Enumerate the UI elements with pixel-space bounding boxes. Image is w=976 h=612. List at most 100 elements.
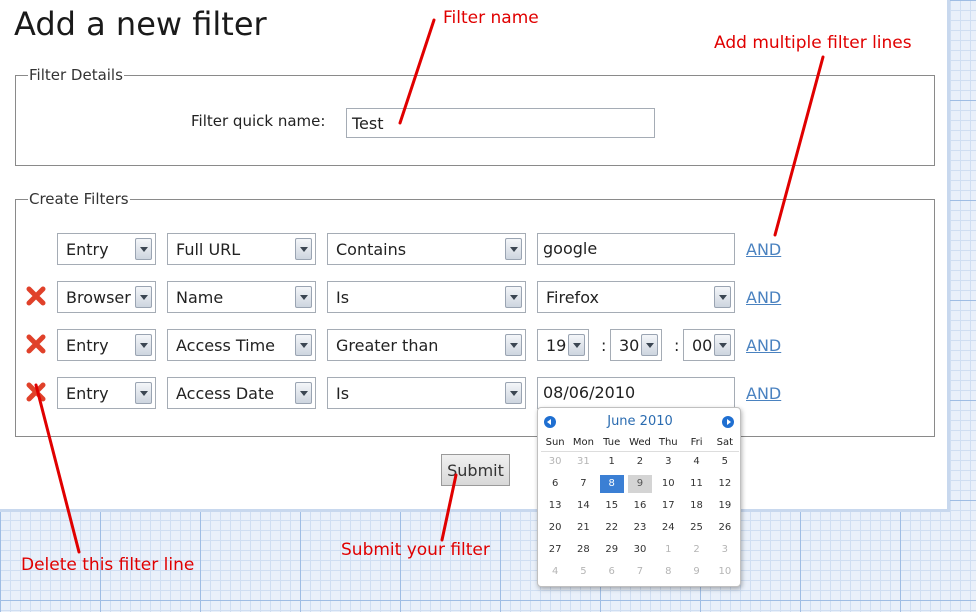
and-link[interactable]: AND — [746, 240, 781, 259]
calendar-weekday: Mon — [569, 435, 598, 452]
page-title: Add a new filter — [14, 5, 267, 43]
calendar-day[interactable]: 7 — [569, 473, 597, 495]
calendar-day[interactable]: 25 — [682, 517, 710, 539]
calendar-day[interactable]: 13 — [541, 495, 569, 517]
calendar-day-outside[interactable]: 3 — [711, 539, 739, 561]
row-value-input[interactable]: google — [537, 233, 735, 265]
calendar-day-outside[interactable]: 4 — [541, 561, 569, 583]
time-separator: : — [674, 336, 680, 355]
calendar-day[interactable]: 16 — [626, 495, 654, 517]
calendar-day[interactable]: 19 — [711, 495, 739, 517]
calendar-day-outside[interactable]: 9 — [682, 561, 710, 583]
calendar-day[interactable]: 2 — [626, 451, 654, 473]
chevron-down-icon — [135, 382, 152, 404]
calendar-day[interactable]: 29 — [598, 539, 626, 561]
submit-button[interactable]: Submit — [441, 454, 510, 486]
row-operator-select[interactable]: Contains — [327, 233, 526, 265]
calendar-day[interactable]: 1 — [598, 451, 626, 473]
row-field-select[interactable]: Name — [167, 281, 316, 313]
calendar-day-outside[interactable]: 2 — [682, 539, 710, 561]
row-operator-select[interactable]: Is — [327, 281, 526, 313]
delete-row-icon[interactable] — [25, 381, 47, 403]
delete-row-icon[interactable] — [25, 285, 47, 307]
chevron-down-icon — [135, 286, 152, 308]
chevron-down-icon — [135, 334, 152, 356]
chevron-right-icon[interactable] — [722, 416, 734, 428]
calendar-day[interactable]: 27 — [541, 539, 569, 561]
calendar-day[interactable]: 20 — [541, 517, 569, 539]
form-panel: Add a new filter Filter Details Filter q… — [0, 0, 950, 512]
calendar-day[interactable]: 23 — [626, 517, 654, 539]
annotation-submit: Submit your filter — [341, 540, 490, 560]
calendar-day[interactable]: 5 — [711, 451, 739, 473]
calendar-day-outside[interactable]: 5 — [569, 561, 597, 583]
filter-details-legend: Filter Details — [29, 66, 123, 84]
chevron-down-icon — [295, 238, 312, 260]
and-link[interactable]: AND — [746, 336, 781, 355]
create-filters-legend: Create Filters — [29, 190, 129, 208]
calendar-grid: Sun Mon Tue Wed Thu Fri Sat 30 31 1 2 3 4 5 6 7 8 9 10 11 1… — [541, 435, 739, 583]
calendar-day-outside[interactable]: 7 — [626, 561, 654, 583]
time-separator: : — [601, 336, 607, 355]
annotation-filter-name: Filter name — [443, 8, 539, 28]
calendar-day[interactable]: 22 — [598, 517, 626, 539]
and-link[interactable]: AND — [746, 384, 781, 403]
chevron-down-icon — [641, 334, 658, 356]
row-field-select[interactable]: Access Date — [167, 377, 316, 409]
row-type-select[interactable]: Browser — [57, 281, 156, 313]
calendar-day[interactable]: 30 — [626, 539, 654, 561]
row-type-select[interactable]: Entry — [57, 233, 156, 265]
calendar-day[interactable]: 17 — [654, 495, 682, 517]
delete-row-icon[interactable] — [25, 333, 47, 355]
quick-name-label: Filter quick name: — [191, 112, 326, 130]
calendar-day[interactable]: 24 — [654, 517, 682, 539]
row-operator-select[interactable]: Is — [327, 377, 526, 409]
calendar-day[interactable]: 18 — [682, 495, 710, 517]
minute-select[interactable]: 30 — [610, 329, 662, 361]
chevron-down-icon — [505, 334, 522, 356]
calendar-day[interactable]: 12 — [711, 473, 739, 495]
calendar-month-label: June 2010 — [607, 414, 673, 429]
calendar-day[interactable]: 11 — [682, 473, 710, 495]
row-value-select[interactable]: Firefox — [537, 281, 735, 313]
hour-select[interactable]: 19 — [537, 329, 589, 361]
chevron-down-icon — [295, 286, 312, 308]
calendar-day-outside[interactable]: 6 — [598, 561, 626, 583]
calendar-day[interactable]: 21 — [569, 517, 597, 539]
calendar-day[interactable]: 6 — [541, 473, 569, 495]
calendar-day-outside[interactable]: 31 — [569, 451, 597, 473]
calendar-weekday: Thu — [654, 435, 683, 452]
row-operator-select[interactable]: Greater than — [327, 329, 526, 361]
calendar-day-outside[interactable]: 1 — [654, 539, 682, 561]
chevron-down-icon — [135, 238, 152, 260]
row-field-select[interactable]: Access Time — [167, 329, 316, 361]
chevron-down-icon — [714, 286, 731, 308]
chevron-down-icon — [505, 238, 522, 260]
calendar-day[interactable]: 8 — [598, 473, 626, 495]
calendar-day[interactable]: 28 — [569, 539, 597, 561]
annotation-delete-line: Delete this filter line — [21, 555, 195, 575]
calendar-day[interactable]: 26 — [711, 517, 739, 539]
chevron-down-icon — [568, 334, 585, 356]
row-field-select[interactable]: Full URL — [167, 233, 316, 265]
calendar-weekday: Tue — [597, 435, 626, 452]
annotation-add-lines: Add multiple filter lines — [714, 33, 912, 53]
chevron-down-icon — [295, 334, 312, 356]
and-link[interactable]: AND — [746, 288, 781, 307]
calendar-day[interactable]: 10 — [654, 473, 682, 495]
calendar-day-outside[interactable]: 30 — [541, 451, 569, 473]
calendar-day[interactable]: 14 — [569, 495, 597, 517]
calendar-day[interactable]: 4 — [682, 451, 710, 473]
calendar-day[interactable]: 3 — [654, 451, 682, 473]
date-input[interactable]: 08/06/2010 — [537, 377, 735, 409]
second-select[interactable]: 00 — [683, 329, 735, 361]
row-type-select[interactable]: Entry — [57, 329, 156, 361]
calendar-day-outside[interactable]: 10 — [711, 561, 739, 583]
calendar-day-outside[interactable]: 8 — [654, 561, 682, 583]
calendar-day[interactable]: 15 — [598, 495, 626, 517]
row-type-select[interactable]: Entry — [57, 377, 156, 409]
calendar-weekday: Sat — [710, 435, 739, 452]
calendar-day[interactable]: 9 — [626, 473, 654, 495]
quick-name-input[interactable]: Test — [346, 108, 655, 138]
date-picker-calendar: June 2010 Sun Mon Tue Wed Thu Fri Sat 30 31 1 2 3 4… — [537, 407, 741, 587]
